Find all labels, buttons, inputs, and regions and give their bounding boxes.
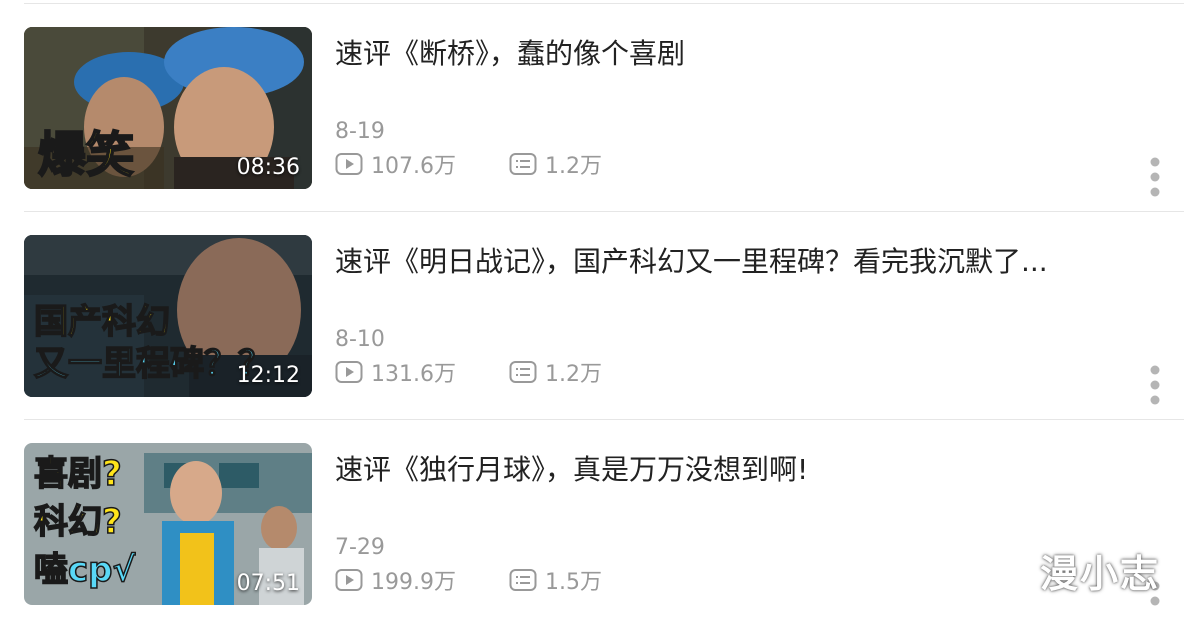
video-item[interactable]: 爆笑 08:36 速评《断桥》，蠢的像个喜剧 8-19 107.6万 1.2万 [0,3,1194,211]
comment-count-value: 1.5万 [545,570,602,595]
thumbnail-overlay-line3: 嗑cp√ [33,550,136,590]
thumbnail-overlay-text: 爆笑 [37,127,135,183]
video-list: 爆笑 08:36 速评《断桥》，蠢的像个喜剧 8-19 107.6万 1.2万 [0,0,1194,615]
video-thumbnail[interactable]: 爆笑 08:36 [24,27,312,189]
video-thumbnail[interactable]: 喜剧? 科幻? 嗑cp√ 07:51 [24,443,312,605]
play-icon [335,152,363,176]
view-count-value: 107.6万 [371,154,456,179]
comment-icon [509,152,537,176]
view-count: 199.9万 [335,565,456,595]
video-title[interactable]: 速评《断桥》，蠢的像个喜剧 [335,37,1165,71]
video-title[interactable]: 速评《独行月球》，真是万万没想到啊! [335,453,1165,487]
thumbnail-overlay-line1: 喜剧? [33,454,122,494]
comment-count: 1.5万 [509,565,602,595]
view-count: 107.6万 [335,149,456,179]
more-vertical-icon[interactable] [1148,365,1162,409]
play-icon [335,360,363,384]
comment-count: 1.2万 [509,357,602,387]
comment-count-value: 1.2万 [545,362,602,387]
comment-count: 1.2万 [509,149,602,179]
view-count-value: 199.9万 [371,570,456,595]
video-duration: 08:36 [236,155,300,180]
video-item[interactable]: 国产科幻 又一里程碑？？ 12:12 速评《明日战记》，国产科幻又一里程碑？看完… [0,211,1194,419]
video-duration: 07:51 [236,571,300,596]
play-icon [335,568,363,592]
video-thumbnail[interactable]: 国产科幻 又一里程碑？？ 12:12 [24,235,312,397]
comment-count-value: 1.2万 [545,154,602,179]
thumbnail-overlay-line2: 科幻? [33,502,122,542]
video-item[interactable]: 喜剧? 科幻? 嗑cp√ 07:51 速评《独行月球》，真是万万没想到啊! 7-… [0,419,1194,627]
comment-icon [509,360,537,384]
video-duration: 12:12 [236,363,300,388]
thumbnail-overlay-line1: 国产科幻 [33,302,171,342]
video-date: 7-29 [335,535,385,560]
watermark: 漫小志 [1040,552,1161,596]
video-title[interactable]: 速评《明日战记》，国产科幻又一里程碑？看完我沉默了... [335,245,1165,279]
comment-icon [509,568,537,592]
view-count-value: 131.6万 [371,362,456,387]
video-date: 8-19 [335,119,385,144]
more-vertical-icon[interactable] [1148,157,1162,201]
video-date: 8-10 [335,327,385,352]
view-count: 131.6万 [335,357,456,387]
